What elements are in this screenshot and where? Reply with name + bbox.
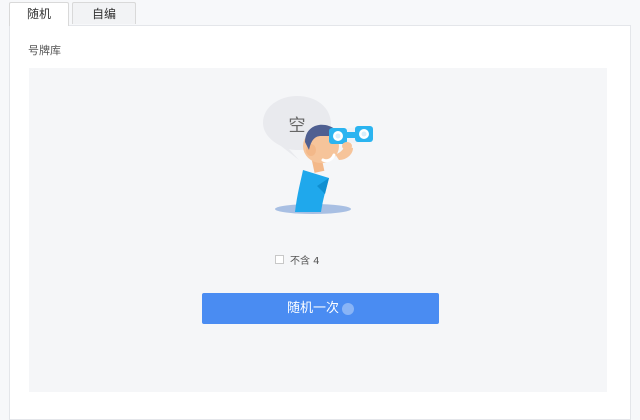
exclude-four-label: 不含 4 [290,255,320,267]
exclude-four-checkbox[interactable] [275,254,284,264]
random-once-button[interactable]: 随机一次 [202,293,439,324]
empty-state-illustration: 空 [263,96,373,214]
random-once-label: 随机一次 [286,301,339,316]
tab-bar: 随机 自编 [0,0,640,26]
loading-icon [342,302,354,315]
section-title: 号牌库 [28,44,61,57]
exclude-four-option[interactable]: 不含 4 [275,252,320,267]
bubble-text: 空 [289,116,306,136]
tab-random[interactable]: 随机 [9,2,69,26]
tab-custom[interactable]: 自编 [72,2,136,24]
binoculars-icon [329,126,373,144]
empty-state-area: 空 不含 4 随机一次 [29,68,607,392]
tab-panel: 号牌库 空 不含 4 随机一次 [9,25,631,420]
